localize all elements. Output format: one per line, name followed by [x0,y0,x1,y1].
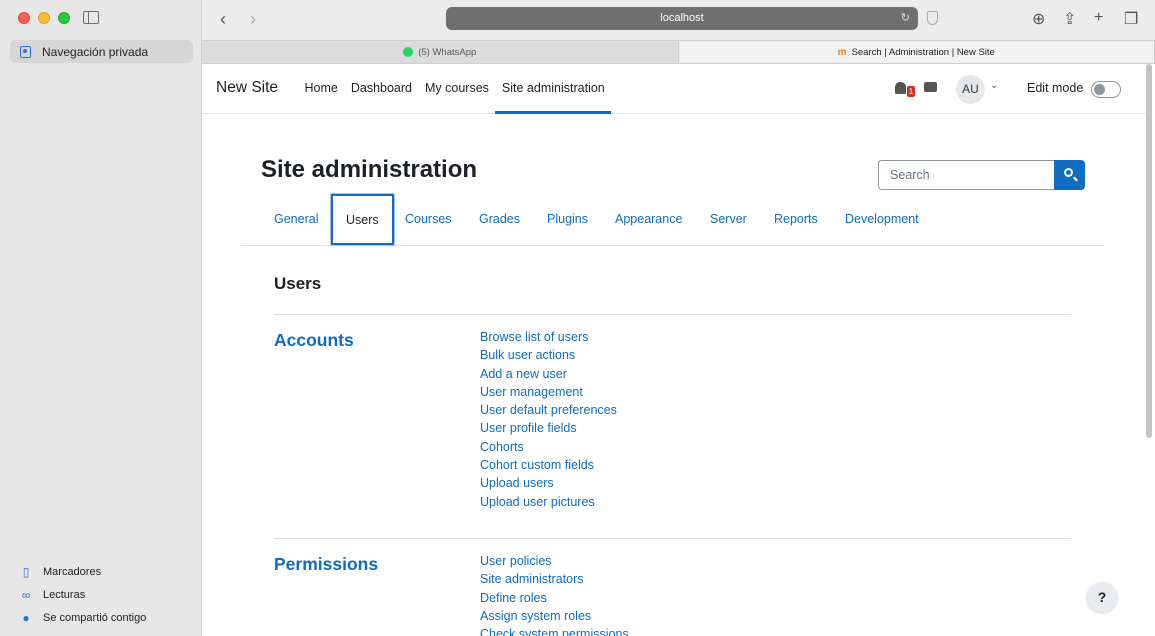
search-icon [1064,168,1073,177]
link-site-administrators[interactable]: Site administrators [480,570,629,588]
tab-bar: (5) WhatsApp m Search | Administration |… [202,40,1155,64]
minimize-window-button[interactable] [38,12,50,24]
link-bulk-user-actions[interactable]: Bulk user actions [480,346,617,364]
chevron-down-icon[interactable]: ⌄ [990,80,998,91]
new-tab-icon[interactable]: + [1094,9,1103,27]
tab-whatsapp[interactable]: (5) WhatsApp [202,41,679,63]
downloads-icon[interactable]: ⊕ [1032,9,1045,29]
tab-general[interactable]: General [261,194,331,246]
tab-plugins[interactable]: Plugins [534,194,601,246]
sidebar-item-label: Se compartió contigo [43,612,147,624]
sidebar-item-bookmarks[interactable]: ▯ Marcadores [19,565,199,579]
permissions-links: User policies Site administrators Define… [480,552,629,636]
divider [274,314,1071,315]
zoom-window-button[interactable] [58,12,70,24]
link-user-default-preferences[interactable]: User default preferences [480,401,617,419]
link-upload-user-pictures[interactable]: Upload user pictures [480,493,617,511]
sidebar-item-shared-with-you[interactable]: ● Se compartió contigo [19,611,199,625]
share-icon[interactable]: ⇪ [1063,9,1076,29]
tab-label: (5) WhatsApp [418,46,477,58]
divider [274,538,1071,539]
tab-grades[interactable]: Grades [466,194,533,246]
page-title: Site administration [261,156,478,183]
link-upload-users[interactable]: Upload users [480,474,617,492]
link-add-new-user[interactable]: Add a new user [480,365,617,383]
whatsapp-icon [403,47,414,57]
tab-server[interactable]: Server [697,194,760,246]
category-title-accounts[interactable]: Accounts [274,330,354,351]
link-check-system-permissions[interactable]: Check system permissions [480,625,629,636]
tab-users[interactable]: Users [331,194,394,245]
privacy-shield-icon[interactable] [927,11,938,25]
tab-courses[interactable]: Courses [392,194,465,246]
link-cohorts[interactable]: Cohorts [480,438,617,456]
back-icon[interactable]: ‹ [220,9,226,29]
link-cohort-custom-fields[interactable]: Cohort custom fields [480,456,617,474]
notification-count-badge: 1 [907,86,915,97]
shared-with-you-icon: ● [22,611,30,625]
messages-icon[interactable] [924,82,937,92]
private-browsing-label: Navegación privada [42,44,149,59]
admin-search-form [878,160,1085,190]
nav-my-courses[interactable]: My courses [419,64,496,114]
site-brand[interactable]: New Site [216,79,278,97]
link-user-profile-fields[interactable]: User profile fields [480,419,617,437]
sidebar-item-label: Lecturas [43,589,86,601]
address-bar[interactable]: localhost ↻ [446,7,918,30]
edit-mode-toggle[interactable] [1091,81,1121,98]
browser-sidebar: Navegación privada ▯ Marcadores ∞ Lectur… [0,0,202,636]
reload-icon[interactable]: ↻ [901,7,910,30]
private-browsing-item[interactable]: Navegación privada [10,40,193,63]
site-navbar: New Site Home Dashboard My courses Site … [202,64,1145,114]
tab-label: Search | Administration | New Site [851,46,995,58]
sidebar-toggle-icon[interactable] [83,11,99,24]
close-window-button[interactable] [18,12,30,24]
link-user-management[interactable]: User management [480,383,617,401]
forward-icon[interactable]: › [250,9,256,29]
reading-list-icon: ∞ [21,588,31,602]
private-browsing-icon [20,45,31,58]
moodle-icon: m [837,46,847,58]
sidebar-item-reading-list[interactable]: ∞ Lecturas [19,588,199,602]
section-heading: Users [274,274,322,293]
notification-bell-icon[interactable] [895,82,906,94]
admin-search-input[interactable] [878,160,1054,190]
tab-moodle-search[interactable]: m Search | Administration | New Site [678,41,1155,63]
link-browse-list-of-users[interactable]: Browse list of users [480,328,617,346]
search-button[interactable] [1054,160,1085,190]
primary-navigation: Home Dashboard My courses Site administr… [298,64,612,114]
page-viewport: New Site Home Dashboard My courses Site … [202,64,1155,636]
admin-category-tabs: General Users Courses Grades Plugins App… [241,194,1104,246]
tab-development[interactable]: Development [832,194,932,246]
link-user-policies[interactable]: User policies [480,552,629,570]
nav-home[interactable]: Home [298,64,344,114]
tab-overview-icon[interactable]: ❐ [1124,9,1138,29]
user-avatar[interactable]: AU [956,75,985,104]
help-button[interactable]: ? [1087,582,1117,612]
address-text: localhost [660,12,704,24]
category-title-permissions[interactable]: Permissions [274,554,378,575]
tab-reports[interactable]: Reports [761,194,831,246]
nav-dashboard[interactable]: Dashboard [344,64,418,114]
link-assign-system-roles[interactable]: Assign system roles [480,607,629,625]
page-scrollbar[interactable] [1146,64,1152,438]
link-define-roles[interactable]: Define roles [480,589,629,607]
browser-toolbar: ‹ › localhost ↻ ⊕ ⇪ + ❐ [202,0,1155,40]
window-controls [18,12,70,24]
tab-appearance[interactable]: Appearance [602,194,695,246]
accounts-links: Browse list of users Bulk user actions A… [480,328,617,511]
sidebar-item-label: Marcadores [43,566,102,578]
edit-mode-label: Edit mode [1027,81,1084,95]
bookmark-icon: ▯ [22,565,30,579]
nav-site-administration[interactable]: Site administration [495,64,612,114]
